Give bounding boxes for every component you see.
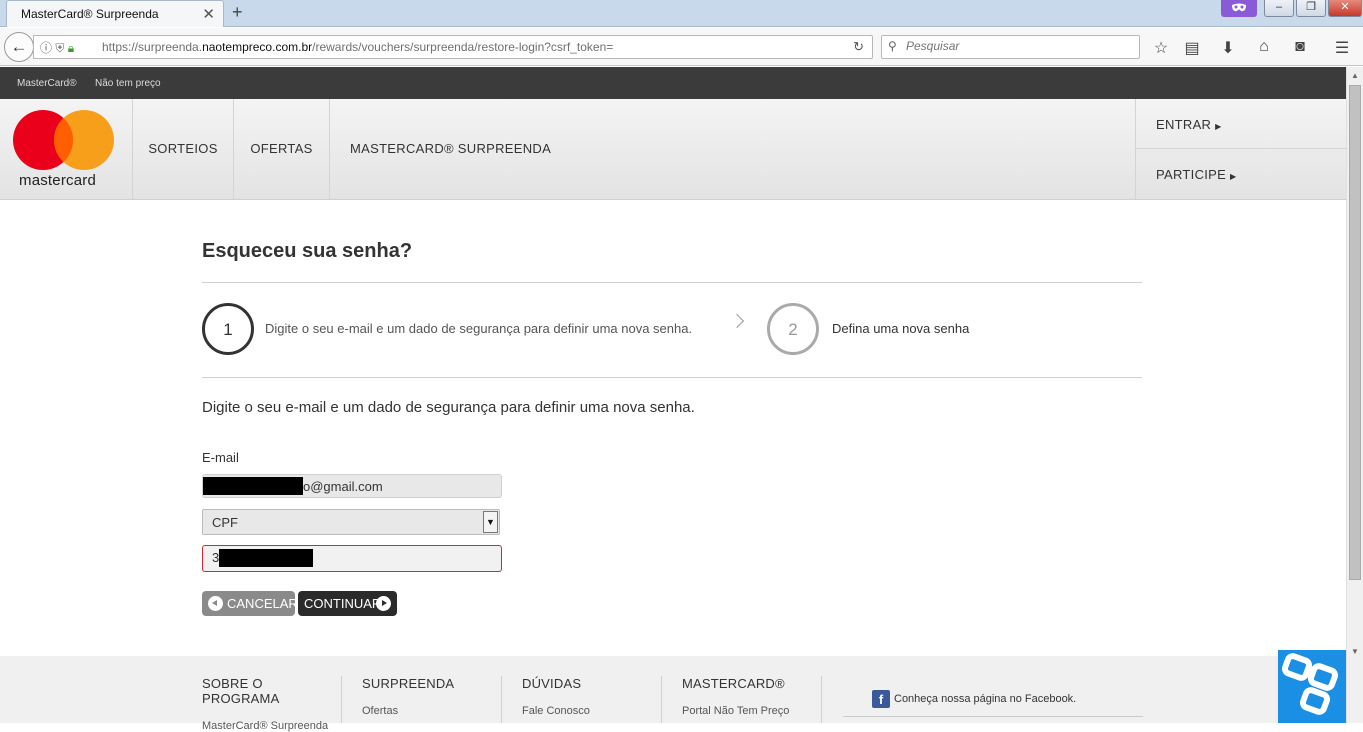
- step-2-circle: 2: [767, 303, 819, 355]
- footer-col-title: SOBRE O PROGRAMA: [202, 676, 280, 706]
- tab-title: MasterCard® Surpreenda: [21, 7, 159, 21]
- menu-icon[interactable]: ☰: [1331, 38, 1353, 58]
- join-link[interactable]: PARTICIPE ▶: [1156, 167, 1237, 182]
- document-number-prefix: 3: [212, 550, 220, 565]
- cancel-button[interactable]: CANCELAR: [202, 591, 298, 616]
- facebook-icon: f: [872, 690, 890, 708]
- email-value-suffix: o@gmail.com: [303, 479, 383, 494]
- search-input[interactable]: [906, 39, 1132, 53]
- restore-window-button[interactable]: ❐: [1296, 0, 1326, 17]
- downloads-icon[interactable]: ⬇: [1217, 38, 1239, 58]
- footer-link[interactable]: Fale Conosco: [522, 705, 661, 717]
- footer-link[interactable]: Ofertas: [362, 705, 501, 717]
- email-field[interactable]: o@gmail.com: [202, 474, 502, 498]
- site-info-icons[interactable]: ⓘ ⛨ 🔒︎: [40, 39, 74, 56]
- logo-wordmark: mastercard: [19, 172, 97, 189]
- reload-icon[interactable]: ↻: [853, 39, 864, 55]
- divider: [202, 282, 1142, 283]
- scroll-down-icon[interactable]: ▼: [1351, 647, 1359, 656]
- topstrip-brand-link[interactable]: MasterCard®: [17, 78, 77, 89]
- instructions-text: Digite o seu e-mail e um dado de seguran…: [202, 399, 695, 416]
- step-2-text: Defina uma nova senha: [832, 321, 970, 336]
- close-window-button[interactable]: ✕: [1328, 0, 1362, 17]
- back-arrow-icon[interactable]: ←: [4, 32, 34, 62]
- top-strip: MasterCard® Não tem preço: [0, 67, 1346, 99]
- login-link[interactable]: ENTRAR ▶: [1156, 117, 1222, 132]
- footer-link[interactable]: MasterCard® Surpreenda: [202, 720, 341, 732]
- home-icon[interactable]: ⌂: [1253, 38, 1275, 56]
- document-type-select[interactable]: CPF ▼: [202, 509, 500, 535]
- address-bar[interactable]: ⓘ ⛨ 🔒︎ https://surpreenda.naotempreco.co…: [33, 35, 873, 59]
- chevron-down-icon[interactable]: ▼: [483, 511, 498, 533]
- footer-col-title: SURPREENDA: [362, 676, 455, 691]
- bookmark-star-icon[interactable]: ☆: [1150, 38, 1172, 58]
- arrow-right-icon: [376, 596, 391, 611]
- arrow-left-icon: [208, 596, 223, 611]
- document-number-field[interactable]: 3: [202, 545, 502, 572]
- footer-link[interactable]: Portal Não Tem Preço: [682, 705, 821, 717]
- account-nav: ENTRAR ▶ PARTICIPE ▶: [1135, 99, 1347, 199]
- footer-col-title: MASTERCARD®: [682, 676, 785, 691]
- search-icon: ⚲: [888, 39, 897, 53]
- footer-col-about: SOBRE O PROGRAMA MasterCard® Surpreenda: [202, 676, 342, 732]
- divider: [202, 377, 1142, 378]
- footer-col-duvidas: DÚVIDAS Fale Conosco: [522, 676, 662, 723]
- facebook-link[interactable]: f Conheça nossa página no Facebook.: [872, 690, 1076, 708]
- step-1-circle: 1: [202, 303, 254, 355]
- site-footer: SOBRE O PROGRAMA MasterCard® Surpreenda …: [0, 656, 1346, 732]
- minimize-window-button[interactable]: –: [1264, 0, 1294, 17]
- page-scrollbar[interactable]: ▲ ▼: [1346, 67, 1363, 723]
- chevron-right-icon: [729, 313, 745, 329]
- scrollbar-thumb[interactable]: [1349, 85, 1361, 580]
- site-header: mastercard SORTEIOS OFERTAS MASTERCARD® …: [0, 99, 1347, 200]
- scroll-up-icon[interactable]: ▲: [1351, 71, 1359, 80]
- mastercard-circles-icon: [13, 110, 114, 170]
- step-1-text: Digite o seu e-mail e um dado de seguran…: [265, 321, 693, 336]
- url-text: https://surpreenda.naotempreco.com.br/re…: [102, 40, 614, 54]
- search-box[interactable]: ⚲: [881, 35, 1140, 59]
- footer-col-mastercard: MASTERCARD® Portal Não Tem Preço: [682, 676, 822, 723]
- nav-ofertas[interactable]: OFERTAS: [234, 99, 330, 199]
- private-browsing-icon: [1221, 0, 1257, 17]
- browser-tab[interactable]: MasterCard® Surpreenda ✕: [6, 0, 224, 27]
- document-type-value: CPF: [212, 515, 238, 530]
- redacted-block: [203, 477, 303, 496]
- topstrip-slogan-link[interactable]: Não tem preço: [95, 78, 161, 89]
- caret-right-icon: ▶: [1230, 172, 1237, 181]
- mastercard-logo[interactable]: mastercard: [0, 99, 133, 199]
- browser-nav-bar: ← ⓘ ⛨ 🔒︎ https://surpreenda.naotempreco.…: [0, 28, 1363, 66]
- chat-widget-icon[interactable]: [1278, 650, 1346, 723]
- nav-mastercard-surpreenda[interactable]: MASTERCARD® SURPREENDA: [350, 99, 551, 199]
- page-title: Esqueceu sua senha?: [202, 240, 413, 262]
- new-tab-button[interactable]: +: [232, 2, 243, 23]
- footer-col-title: DÚVIDAS: [522, 676, 582, 691]
- caret-right-icon: ▶: [1215, 122, 1222, 131]
- pocket-icon[interactable]: ◙: [1289, 38, 1311, 56]
- browser-tab-bar: MasterCard® Surpreenda ✕ + – ❐ ✕: [0, 0, 1363, 27]
- email-label: E-mail: [202, 450, 239, 465]
- nav-sorteios[interactable]: SORTEIOS: [133, 99, 234, 199]
- account-nav-divider: [1136, 148, 1347, 149]
- reading-list-icon[interactable]: ▤: [1181, 38, 1203, 58]
- footer-col-surpreenda: SURPREENDA Ofertas: [362, 676, 502, 723]
- continue-button[interactable]: CONTINUAR: [298, 591, 397, 616]
- redacted-block: [219, 548, 314, 567]
- divider: [843, 716, 1143, 717]
- close-tab-icon[interactable]: ✕: [202, 5, 215, 23]
